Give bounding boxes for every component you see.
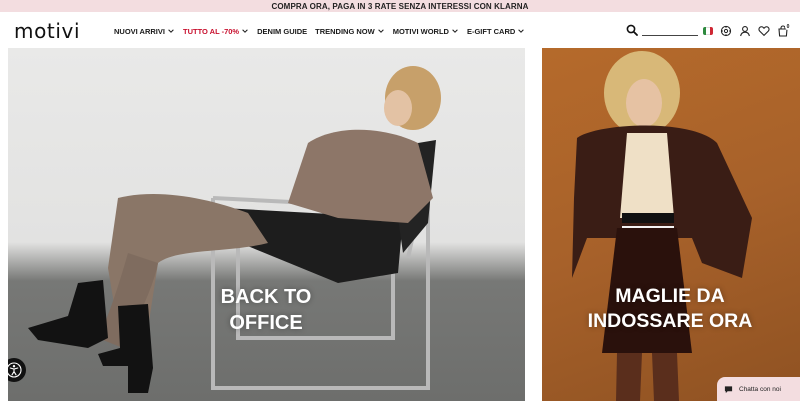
hero-banner-maglie[interactable]: MAGLIE DA INDOSSARE ORA (542, 48, 800, 401)
chevron-down-icon (377, 29, 384, 33)
caption-line: MAGLIE DA (615, 285, 725, 307)
nav-label: DENIM GUIDE (257, 26, 308, 36)
nav-label: E-GIFT CARD (466, 26, 516, 36)
chevron-down-icon (168, 29, 174, 33)
site-header: motivi NUOVI ARRIVI TUTTO AL -70% DENIM … (0, 12, 800, 48)
chevron-down-icon (452, 29, 458, 33)
motivi-logo[interactable]: motivi (14, 21, 80, 41)
heart-icon[interactable] (758, 25, 770, 37)
main-nav: NUOVI ARRIVI TUTTO AL -70% DENIM GUIDE T… (114, 24, 533, 38)
nav-item-tutto-al-70[interactable]: TUTTO AL -70% (183, 27, 249, 36)
nav-label: TRENDING NOW (315, 26, 375, 36)
search-icon[interactable] (626, 24, 638, 36)
nav-label: NUOVI ARRIVI (114, 26, 165, 36)
hero-image-woman-leather-jacket (572, 51, 752, 401)
nav-item-motivi-world[interactable]: MOTIVI WORLD (393, 27, 459, 36)
nav-item-nuovi-arrivi[interactable]: NUOVI ARRIVI (114, 27, 175, 36)
accessibility-icon (8, 362, 22, 378)
user-icon[interactable] (739, 25, 751, 37)
nav-item-denim-guide[interactable]: DENIM GUIDE (257, 27, 307, 36)
chevron-down-icon (518, 29, 525, 33)
hero-banner-back-to-office[interactable]: BACK TO OFFICE (8, 48, 525, 401)
nav-label: TUTTO AL -70% (182, 26, 240, 36)
store-locator-icon[interactable] (720, 25, 732, 37)
search-input[interactable] (642, 25, 698, 36)
caption-line: BACK TO (220, 286, 312, 308)
nav-item-e-gift-card[interactable]: E-GIFT CARD (467, 27, 525, 36)
banner-caption-left[interactable]: BACK TO OFFICE (206, 284, 326, 336)
italy-flag-icon[interactable] (703, 27, 713, 35)
promo-text[interactable]: COMPRA ORA, PAGA IN 3 RATE SENZA INTERES… (271, 2, 528, 11)
caption-line: INDOSSARE ORA (587, 310, 753, 333)
promo-bar[interactable]: COMPRA ORA, PAGA IN 3 RATE SENZA INTERES… (0, 0, 800, 12)
chat-button[interactable]: Chatta con noi (717, 377, 800, 401)
chat-bubble-icon (724, 385, 733, 393)
chevron-down-icon (242, 29, 248, 33)
cart-count-badge: 0 (785, 24, 791, 30)
hero-image-woman-in-chair (28, 66, 441, 393)
nav-item-trending-now[interactable]: TRENDING NOW (315, 27, 385, 36)
banner-caption-right[interactable]: MAGLIE DA INDOSSARE ORA (570, 284, 770, 335)
caption-line: OFFICE (229, 312, 303, 334)
nav-label: MOTIVI WORLD (392, 26, 449, 36)
search-bar (626, 24, 698, 36)
chat-label: Chatta con noi (739, 385, 781, 393)
